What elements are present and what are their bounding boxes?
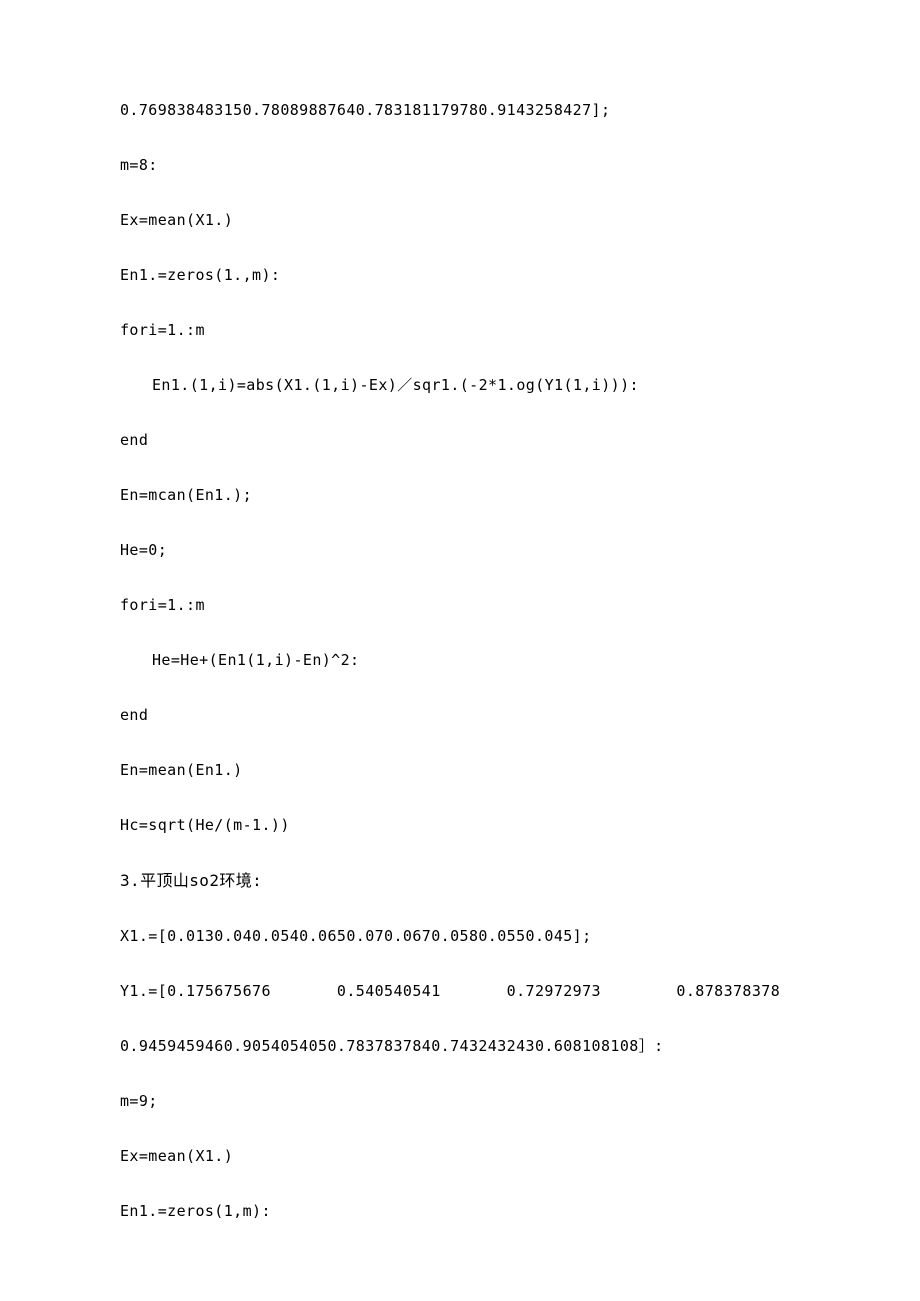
code-line: X1.=[0.0130.040.0540.0650.070.0670.0580.…	[120, 926, 800, 947]
code-line: He=0;	[120, 540, 800, 561]
code-line: En1.=zeros(1.,m):	[120, 265, 800, 286]
section-heading: 3.平顶山so2环境:	[120, 870, 800, 892]
code-line: fori=1.:m	[120, 595, 800, 616]
code-line: m=9;	[120, 1091, 800, 1112]
code-line: 0.9459459460.9054054050.7837837840.74324…	[120, 1036, 800, 1057]
code-line: Hc=sqrt(He/(m-1.))	[120, 815, 800, 836]
code-line: Y1.=[0.175675676 0.540540541 0.72972973 …	[120, 981, 800, 1002]
code-line: En1.=zeros(1,m):	[120, 1201, 800, 1222]
code-line: 0.769838483150.78089887640.783181179780.…	[120, 100, 800, 121]
code-line: Ex=mean(X1.)	[120, 210, 800, 231]
code-line: En1.(1,i)=abs(X1.(1,i)-Ex)／sqr1.(-2*1.og…	[120, 375, 800, 396]
code-line: fori=1.:m	[120, 320, 800, 341]
document-page: 0.769838483150.78089887640.783181179780.…	[0, 0, 920, 1301]
code-line: end	[120, 430, 800, 451]
code-line: Ex=mean(X1.)	[120, 1146, 800, 1167]
code-line: En=mcan(En1.);	[120, 485, 800, 506]
code-line: He=He+(En1(1,i)-En)^2:	[120, 650, 800, 671]
code-line: m=8:	[120, 155, 800, 176]
code-line: end	[120, 705, 800, 726]
code-line: En=mean(En1.)	[120, 760, 800, 781]
